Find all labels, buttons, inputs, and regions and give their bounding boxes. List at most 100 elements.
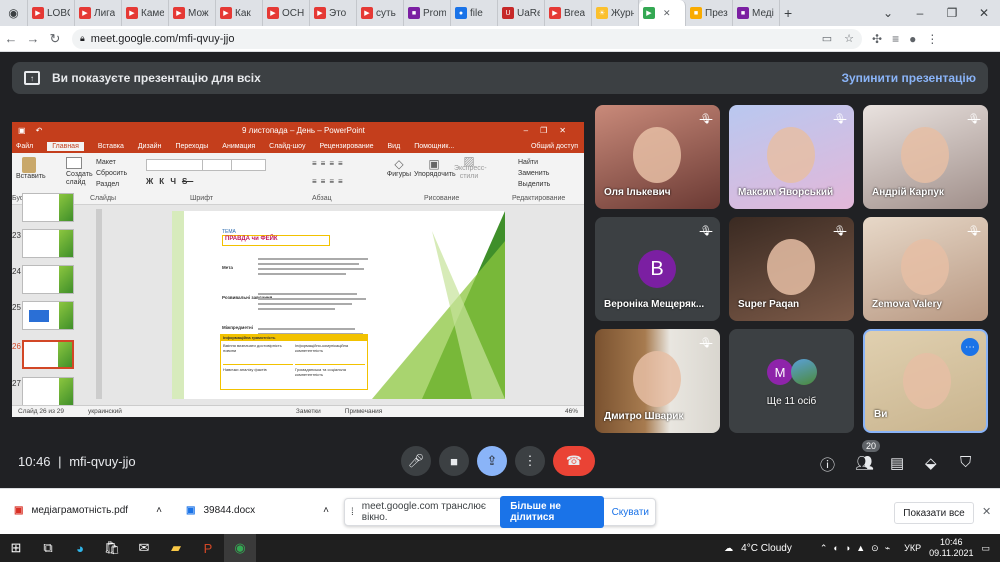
- participant-name: Оля Ількевич: [604, 187, 671, 198]
- edge-icon[interactable]: ◕: [64, 534, 96, 562]
- menu-dots-icon[interactable]: ⋮: [926, 32, 938, 46]
- browser-tab[interactable]: ▶ ✕: [639, 0, 686, 26]
- tab-label: През: [705, 7, 728, 19]
- mail-icon[interactable]: ✉: [128, 534, 160, 562]
- close-downloads-icon[interactable]: ✕: [982, 505, 991, 518]
- back-button[interactable]: ←: [0, 31, 22, 46]
- ppt-status-bar: Слайд 26 из 29 украинский Заметки Примеч…: [12, 405, 584, 417]
- minimize-button[interactable]: –: [904, 6, 936, 20]
- windows-taskbar: ⊞ ⧉ ◕ 🛍︎ ✉ ▰ P ◉ ☁ 4°C Cloudy ⌃◐◑▲⊙⌁ УКР…: [0, 534, 1000, 562]
- tab-label: ОСН: [282, 7, 305, 19]
- browser-tab[interactable]: ▶ Brea: [545, 0, 592, 26]
- slide-table: Інформаційна грамотність Вміння визначат…: [220, 334, 368, 390]
- chevron-up-icon[interactable]: ˄: [156, 505, 162, 516]
- browser-tab[interactable]: ● file: [451, 0, 498, 26]
- browser-tab[interactable]: ■ Меді: [733, 0, 780, 26]
- explorer-icon[interactable]: ▰: [160, 534, 192, 562]
- participant-avatar: B: [638, 250, 676, 288]
- participant-tile[interactable]: 🎙︎ Максим Яворський: [729, 105, 854, 209]
- find-label: Найти: [518, 159, 538, 166]
- present-button[interactable]: ⇪: [477, 446, 507, 476]
- chat-icon[interactable]: ▤: [890, 454, 904, 472]
- profile-avatar[interactable]: ●: [909, 32, 916, 46]
- reload-button[interactable]: ↻: [44, 31, 66, 47]
- participant-tile[interactable]: 🎙︎ Андрій Карпук: [863, 105, 988, 209]
- people-icon[interactable]: 👥︎: [855, 454, 874, 472]
- word-icon: ▣: [186, 505, 196, 516]
- chrome-icon[interactable]: ◉: [224, 534, 256, 562]
- drag-handle-icon[interactable]: ⁞: [351, 507, 354, 518]
- lock-icon: 🔒︎: [80, 33, 85, 43]
- browser-tab[interactable]: ▶ Это: [310, 0, 357, 26]
- ppt-tab: Переходы: [175, 142, 209, 150]
- host-controls-icon[interactable]: ⛉: [960, 454, 971, 471]
- language-indicator: украинский: [88, 408, 122, 415]
- browser-tab[interactable]: ■ През: [686, 0, 733, 26]
- download-item-docx[interactable]: ▣ 39844.docx ˄: [186, 505, 329, 516]
- input-language[interactable]: УКР: [904, 543, 921, 553]
- participant-tile[interactable]: 🎙︎ Дмитро Шварик: [595, 329, 720, 433]
- browser-tab[interactable]: ☀ Журн: [592, 0, 639, 26]
- tab-favicon-icon: ▶: [79, 7, 91, 19]
- browser-tab[interactable]: ▶ Лига: [75, 0, 122, 26]
- puzzle-icon[interactable]: ✣: [872, 32, 882, 46]
- participant-name: Zemova Valery: [872, 299, 943, 310]
- slide-table-cell: Навички аналізу фактів: [223, 367, 267, 372]
- stop-presenting-button[interactable]: Зупинити презентацію: [841, 71, 976, 85]
- reading-list-icon[interactable]: ≡: [892, 32, 899, 46]
- meeting-details-icon[interactable]: ⓘ: [820, 454, 835, 475]
- store-icon[interactable]: 🛍︎: [96, 534, 128, 562]
- clock-time: 10:46: [940, 537, 963, 547]
- participant-tile[interactable]: M Ще 11 осіб: [729, 329, 854, 433]
- camera-icon[interactable]: ▭: [822, 32, 832, 45]
- ppt-ribbon-tabs: Файл Главная Вставка Дизайн Переходы Анимация…: [12, 139, 584, 153]
- tile-options-icon[interactable]: ⋯: [961, 338, 979, 356]
- mic-button[interactable]: 🎤︎: [401, 446, 431, 476]
- stop-sharing-button[interactable]: Більше не ділитися: [500, 496, 604, 528]
- mic-off-icon: 🎙︎: [833, 113, 847, 125]
- tab-label: Как: [235, 7, 251, 19]
- browser-tab[interactable]: ■ Prom: [404, 0, 451, 26]
- participant-avatar: [791, 359, 817, 385]
- more-options-button[interactable]: ⋮: [515, 446, 545, 476]
- tab-close-icon[interactable]: ✕: [663, 8, 671, 19]
- close-window-button[interactable]: ✕: [968, 6, 1000, 20]
- browser-tab[interactable]: ▶LOBO: [28, 0, 75, 26]
- replace-label: Заменить: [518, 170, 550, 177]
- url-field[interactable]: 🔒︎ meet.google.com/mfi-qvuy-jjo ▭ ☆: [72, 28, 862, 49]
- leave-call-button[interactable]: ☎: [553, 446, 595, 476]
- powerpoint-icon[interactable]: P: [192, 534, 224, 562]
- windows-start-icon[interactable]: ⊞: [0, 534, 32, 562]
- new-tab-button[interactable]: +: [780, 0, 796, 26]
- ppt-window-title: 9 листопада – День – PowerPoint: [242, 126, 365, 135]
- browser-tab[interactable]: ▶ суть: [357, 0, 404, 26]
- participant-tile[interactable]: 🎙︎ Zemova Valery: [863, 217, 988, 321]
- activities-icon[interactable]: ⬙: [925, 454, 937, 472]
- slide-table-cell: Інформаційно-комунікаційна компетентніст…: [295, 343, 365, 365]
- forward-button[interactable]: →: [22, 31, 44, 46]
- chevron-up-icon[interactable]: ˄: [323, 505, 329, 516]
- bookmark-star-icon[interactable]: ☆: [844, 32, 854, 45]
- browser-tab[interactable]: ▶ Как: [216, 0, 263, 26]
- tab-search-icon[interactable]: ⌄: [872, 6, 904, 20]
- task-view-icon[interactable]: ⧉: [32, 534, 64, 562]
- browser-tab[interactable]: ▶ ОСН: [263, 0, 310, 26]
- notifications-icon[interactable]: ▭: [981, 543, 990, 554]
- hide-button[interactable]: Скувати: [612, 507, 649, 518]
- download-item-pdf[interactable]: ▣ медіаграмотність.pdf ˄: [14, 505, 162, 516]
- participant-tile[interactable]: 🎙︎ Super Paqan: [729, 217, 854, 321]
- browser-tab[interactable]: ▶ Мож: [169, 0, 216, 26]
- browser-tab[interactable]: UUaRe: [498, 0, 545, 26]
- restore-button[interactable]: ❐: [936, 6, 968, 20]
- show-all-button[interactable]: Показати все: [894, 502, 974, 524]
- tab-favicon-icon: ▶: [549, 7, 561, 19]
- participant-tile[interactable]: 🎙︎ Оля Ількевич: [595, 105, 720, 209]
- group-label-editing: Редактирование: [512, 195, 566, 202]
- tab-favicon-icon: ▶: [32, 7, 44, 19]
- styles-icon: ▨: [463, 154, 475, 168]
- browser-tab[interactable]: ▶ Каме: [122, 0, 169, 26]
- participant-tile[interactable]: ⋯ Ви: [863, 329, 988, 433]
- clock[interactable]: 10:46 09.11.2021: [929, 537, 973, 559]
- participant-tile[interactable]: B 🎙︎ Вероніка Мещеряк...: [595, 217, 720, 321]
- camera-button[interactable]: ■: [439, 446, 469, 476]
